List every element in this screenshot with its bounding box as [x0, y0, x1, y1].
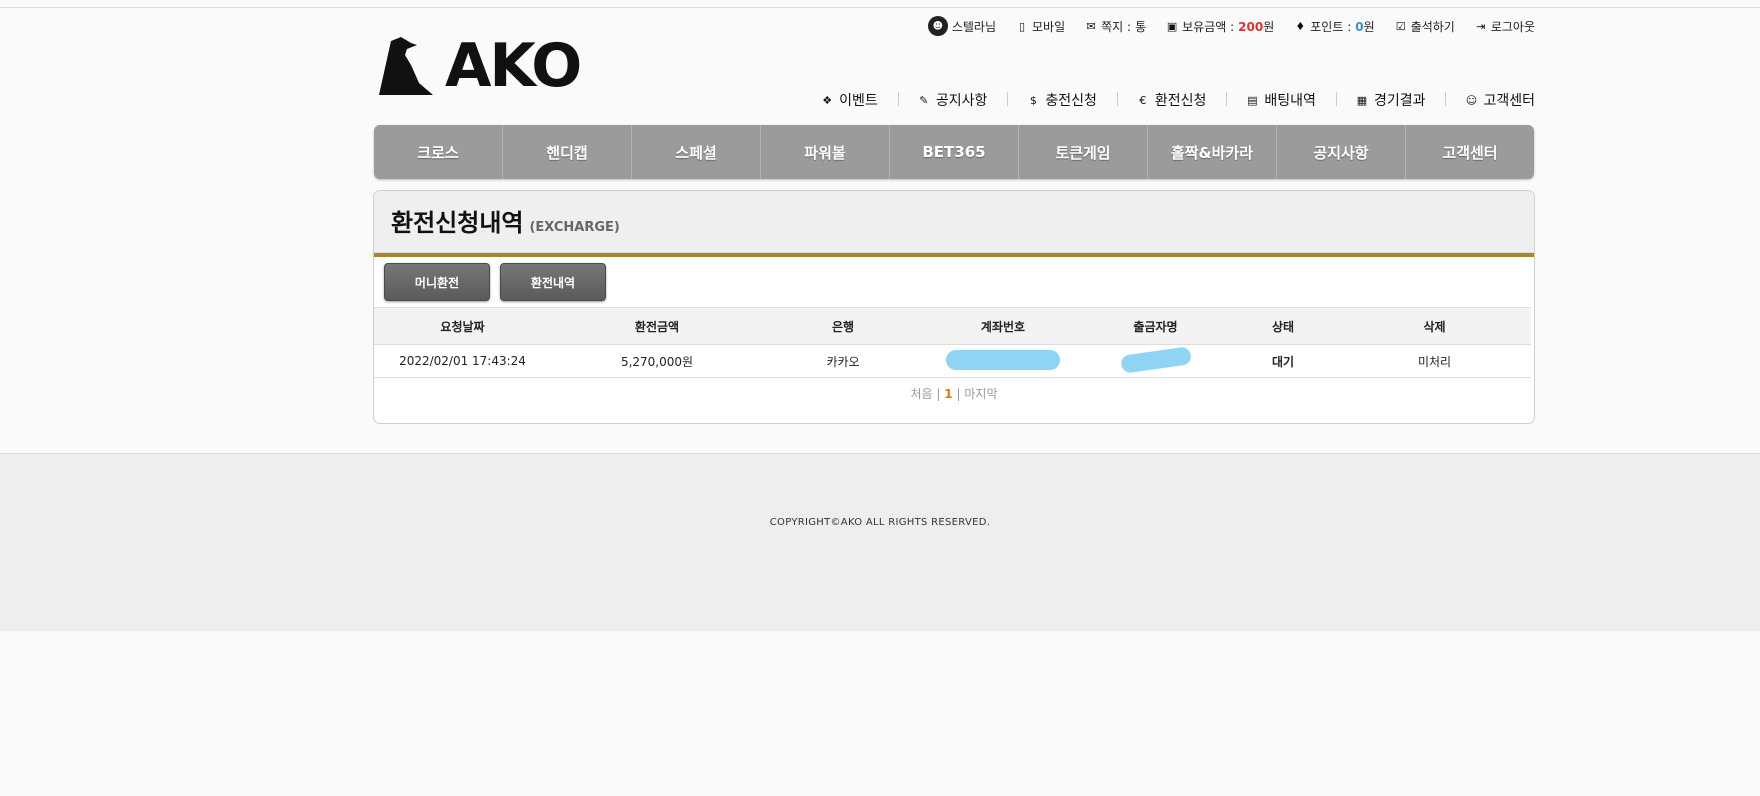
subnav-label: 경기결과 — [1373, 93, 1426, 109]
cell-amount: 5,270,000원 — [551, 344, 763, 378]
euro-icon: € — [1139, 93, 1147, 107]
table-row: 2022/02/01 17:43:24 5,270,000원 카카오 대기 미처… — [374, 344, 1531, 378]
nav-item-odd-even-baccarat[interactable]: 홀짝&바카라 — [1148, 125, 1277, 179]
dollar-file-icon: $ — [1029, 93, 1037, 107]
balance-display: ▣ 보유금액 : 200원 — [1166, 18, 1274, 35]
mobile-link[interactable]: ▯ 모바일 — [1016, 18, 1065, 35]
diamond-icon: ♦ — [1295, 19, 1306, 33]
col-header-delete: 삭제 — [1338, 307, 1531, 345]
subnav-item-deposit[interactable]: $ 충전신청 — [1007, 90, 1117, 110]
exchange-table: 요청날짜 환전금액 은행 계좌번호 출금자명 상태 삭제 2022/02/01 … — [374, 307, 1531, 378]
sign-out-icon: ⇥ — [1476, 19, 1486, 33]
gift-icon: ❖ — [822, 93, 833, 107]
action-buttons: 머니환전 환전내역 — [374, 257, 1534, 307]
clipboard-icon: ▦ — [1356, 93, 1368, 107]
copyright-text: COPYRIGHT©AKO ALL RIGHTS RESERVED. — [769, 517, 991, 528]
logo-text: AKO — [445, 31, 582, 101]
col-header-status: 상태 — [1228, 307, 1338, 345]
subnav-item-betting-history[interactable]: ▤ 배팅내역 — [1226, 90, 1336, 110]
page-current[interactable]: 1 — [944, 387, 952, 401]
cell-date: 2022/02/01 17:43:24 — [374, 344, 551, 378]
redaction-mark — [946, 349, 1060, 370]
logout-link[interactable]: ⇥ 로그아웃 — [1475, 18, 1535, 35]
logout-label: 로그아웃 — [1490, 19, 1535, 34]
page-separator: | — [956, 387, 961, 401]
points-value: 0 — [1355, 19, 1364, 34]
col-header-account: 계좌번호 — [923, 307, 1083, 345]
table-header-row: 요청날짜 환전금액 은행 계좌번호 출금자명 상태 삭제 — [374, 307, 1531, 345]
balance-unit: 원 — [1263, 19, 1275, 34]
money-exchange-button[interactable]: 머니환전 — [384, 263, 490, 301]
redaction-mark — [1119, 345, 1192, 374]
cell-account — [923, 344, 1083, 378]
footer: COPYRIGHT©AKO ALL RIGHTS RESERVED. — [0, 453, 1760, 631]
money-icon: ▣ — [1166, 19, 1178, 33]
subnav-item-support[interactable]: ☺ 고객센터 — [1445, 90, 1535, 110]
envelope-icon: ✉ — [1086, 19, 1096, 33]
subnav-item-withdraw[interactable]: € 환전신청 — [1116, 90, 1227, 110]
attendance-link[interactable]: ☑ 출석하기 — [1395, 18, 1455, 35]
nav-item-bet365[interactable]: BET365 — [890, 125, 1019, 179]
balance-value: 200 — [1238, 19, 1264, 34]
nav-item-handicap[interactable]: 핸디캡 — [503, 125, 632, 179]
col-header-depositor: 출금자명 — [1083, 307, 1228, 345]
calendar-check-icon: ☑ — [1395, 19, 1406, 33]
file-icon: ▤ — [1247, 93, 1258, 107]
nav-item-support[interactable]: 고객센터 — [1406, 125, 1534, 179]
edit-icon: ✎ — [919, 93, 929, 107]
balance-label: 보유금액 : — [1182, 19, 1235, 34]
nav-item-cross[interactable]: 크로스 — [374, 125, 503, 179]
user-profile[interactable]: ☻ 스텔라님 — [927, 16, 996, 36]
page-title: 환전신청내역 — [391, 209, 524, 237]
avatar: ☻ — [927, 16, 948, 36]
subnav-label: 이벤트 — [839, 93, 878, 109]
exchange-history-button[interactable]: 환전내역 — [500, 263, 606, 301]
subnav-label: 환전신청 — [1154, 93, 1207, 109]
subnav-label: 충전신청 — [1045, 93, 1097, 109]
cell-status: 대기 — [1228, 344, 1338, 378]
subnav-item-notice[interactable]: ✎ 공지사항 — [897, 90, 1008, 110]
pagination: 처음 | 1 | 마지막 — [374, 385, 1534, 402]
col-header-date: 요청날짜 — [374, 307, 551, 345]
message-label: 쪽지 : — [1101, 19, 1132, 34]
mobile-icon: ▯ — [1018, 19, 1026, 33]
subnav-label: 배팅내역 — [1264, 93, 1316, 109]
subnav-label: 고객센터 — [1483, 93, 1535, 109]
col-header-bank: 은행 — [763, 307, 923, 345]
main-nav: 크로스 핸디캡 스페셜 파워볼 BET365 토큰게임 홀짝&바카라 공지사항 … — [374, 125, 1534, 179]
site-logo[interactable]: AKO — [377, 31, 582, 101]
col-header-amount: 환전금액 — [551, 307, 763, 345]
points-label: 포인트 : — [1310, 19, 1352, 34]
exchange-history-panel: 환전신청내역 (EXCHARGE) 머니환전 환전내역 요청날짜 환전금액 은행… — [373, 190, 1535, 424]
page-separator: | — [936, 387, 941, 401]
page-last-link[interactable]: 마지막 — [964, 387, 997, 401]
cell-depositor — [1083, 344, 1228, 378]
message-count: 통 — [1135, 19, 1147, 34]
nav-item-notice[interactable]: 공지사항 — [1277, 125, 1406, 179]
cell-bank: 카카오 — [763, 344, 923, 378]
nav-item-powerball[interactable]: 파워볼 — [761, 125, 890, 179]
points-unit: 원 — [1363, 19, 1375, 34]
subnav-item-event[interactable]: ❖ 이벤트 — [801, 90, 898, 110]
nav-item-special[interactable]: 스페셜 — [632, 125, 761, 179]
secondary-nav: ❖ 이벤트 ✎ 공지사항 $ 충전신청 € 환전신청 ▤ 배팅내역 ▦ 경기결과… — [801, 90, 1535, 110]
eagle-logo-icon — [379, 37, 433, 95]
top-divider — [0, 7, 1760, 8]
subnav-label: 공지사항 — [935, 93, 988, 109]
smile-icon: ☺ — [1465, 93, 1478, 107]
points-display: ♦ 포인트 : 0원 — [1294, 18, 1374, 35]
username: 스텔라님 — [951, 19, 996, 34]
user-bar: ☻ 스텔라님 ▯ 모바일 ✉ 쪽지 : 통 ▣ 보유금액 : 200원 ♦ 포인… — [927, 16, 1535, 36]
mobile-label: 모바일 — [1032, 19, 1066, 34]
cell-delete[interactable]: 미처리 — [1338, 344, 1531, 378]
page-first-link[interactable]: 처음 — [911, 387, 933, 401]
attendance-label: 출석하기 — [1410, 19, 1455, 34]
nav-item-token-game[interactable]: 토큰게임 — [1019, 125, 1148, 179]
panel-header: 환전신청내역 (EXCHARGE) — [374, 191, 1534, 253]
page-subtitle: (EXCHARGE) — [529, 220, 620, 235]
message-link[interactable]: ✉ 쪽지 : 통 — [1085, 18, 1147, 35]
subnav-item-results[interactable]: ▦ 경기결과 — [1335, 90, 1446, 110]
